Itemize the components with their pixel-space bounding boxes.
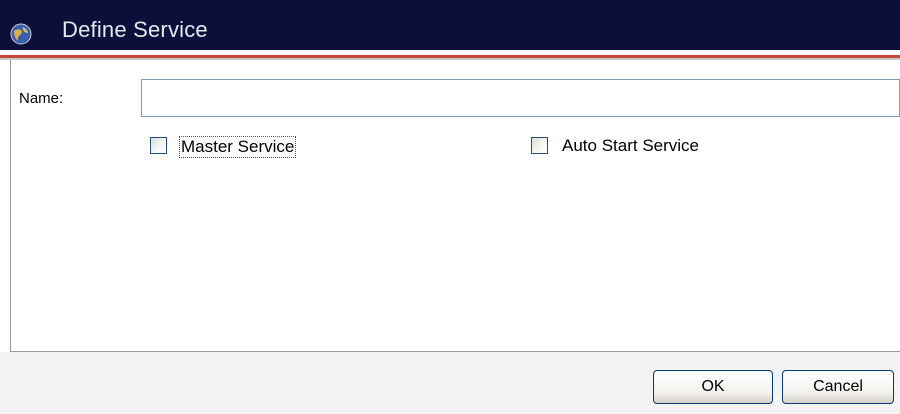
- window-title: Define Service: [62, 17, 208, 42]
- globe-service-icon: [10, 23, 32, 45]
- master-service-checkbox[interactable]: [150, 137, 167, 154]
- auto-start-service-label[interactable]: Auto Start Service: [562, 136, 699, 156]
- auto-start-service-checkbox[interactable]: [531, 137, 548, 154]
- master-service-label[interactable]: Master Service: [179, 136, 297, 158]
- cancel-button[interactable]: Cancel: [782, 370, 894, 404]
- name-input[interactable]: [141, 79, 900, 117]
- ok-button[interactable]: OK: [653, 370, 773, 404]
- title-bar: Define Service: [0, 0, 900, 50]
- name-label: Name:: [19, 90, 64, 107]
